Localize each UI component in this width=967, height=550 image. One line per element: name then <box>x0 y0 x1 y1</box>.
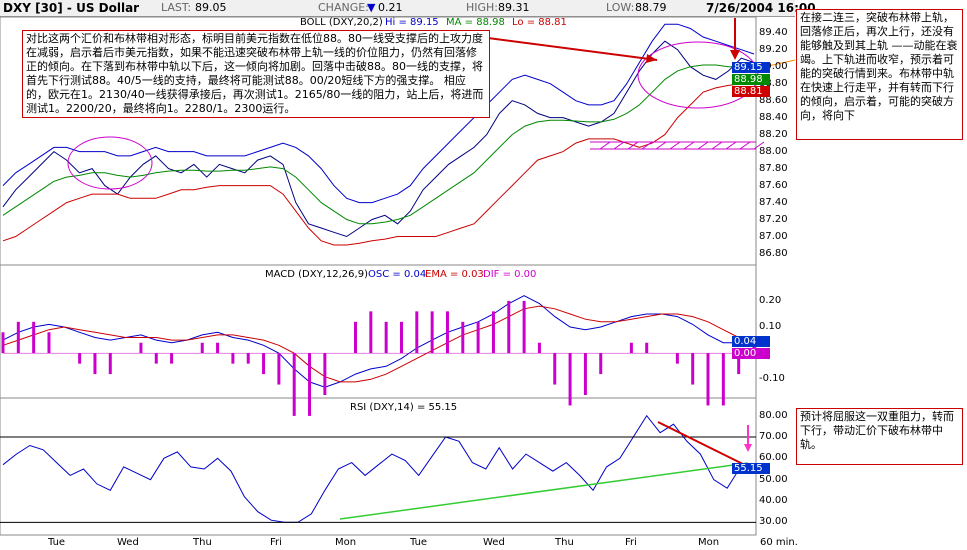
macd-series-ema <box>2 305 755 383</box>
macd-ytick: 0.10 <box>759 321 782 333</box>
rsi-ytick: 60.00 <box>759 452 788 464</box>
rsi-ytick: 40.00 <box>759 495 788 506</box>
support-hatch-mark <box>627 141 639 150</box>
price-ytick: 89.40 <box>759 26 788 38</box>
support-hatch-mark <box>669 141 681 150</box>
rsi-tag: 55.15 <box>732 463 770 474</box>
macd-series-dif <box>2 295 754 388</box>
macd-ytick: 0.20 <box>759 294 782 306</box>
support-hatch-mark <box>725 141 737 150</box>
support-zone-hatch <box>599 141 765 150</box>
boll-hi-value: Hi = 89.15 <box>385 17 439 28</box>
annotation-left: 对比这两个汇价和布林带相对形态，标明目前美元指数在低位88。80一线受支撑后的上… <box>22 30 490 118</box>
x-axis-label: Mon <box>335 537 357 548</box>
price-ytick: 88.40 <box>759 111 788 123</box>
price-ytick: 87.20 <box>759 213 788 225</box>
annotation-right: 在接二连三，突破布林带上轨，回落修正后，再次上行，还没有能够触及到其上轨 ——动… <box>796 9 963 140</box>
rsi-title: RSI (DXY,14) = 55.15 <box>350 402 458 413</box>
boll-lo-value: Lo = 88.81 <box>512 17 567 28</box>
price-ytick: 87.80 <box>759 162 788 174</box>
rsi-ytick: 70.00 <box>759 431 788 442</box>
x-axis-label: Fri <box>625 537 637 548</box>
support-hatch-mark <box>697 141 709 150</box>
rsi-support-trendline <box>339 462 749 520</box>
annotation-rsi: 预计将屈服这一双重阻力，转而下行，带动汇价下破布林带中轨。 <box>796 408 963 465</box>
rsi-ytick: 30.00 <box>759 516 788 528</box>
macd-panel-frame <box>0 264 757 399</box>
macd-dif-value: DIF = 0.00 <box>483 269 537 280</box>
annotation-arrow-left <box>487 37 658 61</box>
support-hatch-mark <box>739 141 751 150</box>
price-ytick: 87.00 <box>759 230 788 242</box>
macd-osc-value: OSC = 0.04 <box>368 269 427 280</box>
rsi-arrowhead <box>744 444 752 452</box>
x-axis-label: Mon <box>698 537 720 548</box>
support-hatch-mark <box>683 141 695 150</box>
annotation-arrowhead-down <box>730 50 740 60</box>
boll-title: BOLL (DXY,20,2) <box>300 17 383 28</box>
boll-lo-tag: 88.81 <box>732 86 770 97</box>
price-ytick: 89.20 <box>759 43 788 55</box>
boll-hi-tag: 89.15 <box>732 62 770 73</box>
price-ytick: 87.40 <box>759 196 788 208</box>
x-axis-label: Wed <box>483 537 505 548</box>
rsi-ytick: 50.00 <box>759 473 788 485</box>
rsi-ytick: 80.00 <box>759 409 788 421</box>
price-ytick: 86.80 <box>759 247 788 259</box>
boll-ma-value: MA = 88.98 <box>446 17 505 28</box>
boll-ma-tag: 88.98 <box>732 74 770 85</box>
rsi-series-rsi <box>2 414 755 523</box>
price-ytick: 88.00 <box>759 145 788 157</box>
support-hatch-mark <box>655 141 667 150</box>
support-hatch-mark <box>711 141 723 150</box>
price-ytick: 88.20 <box>759 128 788 140</box>
x-axis-label: Tue <box>410 537 428 548</box>
highlight-ellipse-left <box>67 136 153 190</box>
support-hatch-mark <box>599 141 611 150</box>
x-axis-label: Wed <box>117 537 139 548</box>
x-axis-label: Thu <box>193 537 212 548</box>
x-axis-label: Thu <box>555 537 574 548</box>
macd-tag: 0.04 <box>732 336 770 347</box>
macd-tag-dif: 0.00 <box>732 348 770 359</box>
macd-ytick: -0.10 <box>759 373 785 385</box>
x-axis-label: Fri <box>270 537 282 548</box>
x-axis-label: Tue <box>48 537 66 548</box>
x-axis-unit: 60 min. <box>760 537 798 548</box>
macd-title: MACD (DXY,12,26,9) <box>265 269 368 280</box>
macd-ema-value: EMA = 0.03 <box>425 269 484 280</box>
support-hatch-mark <box>613 141 625 150</box>
price-ytick: 87.60 <box>759 179 788 191</box>
